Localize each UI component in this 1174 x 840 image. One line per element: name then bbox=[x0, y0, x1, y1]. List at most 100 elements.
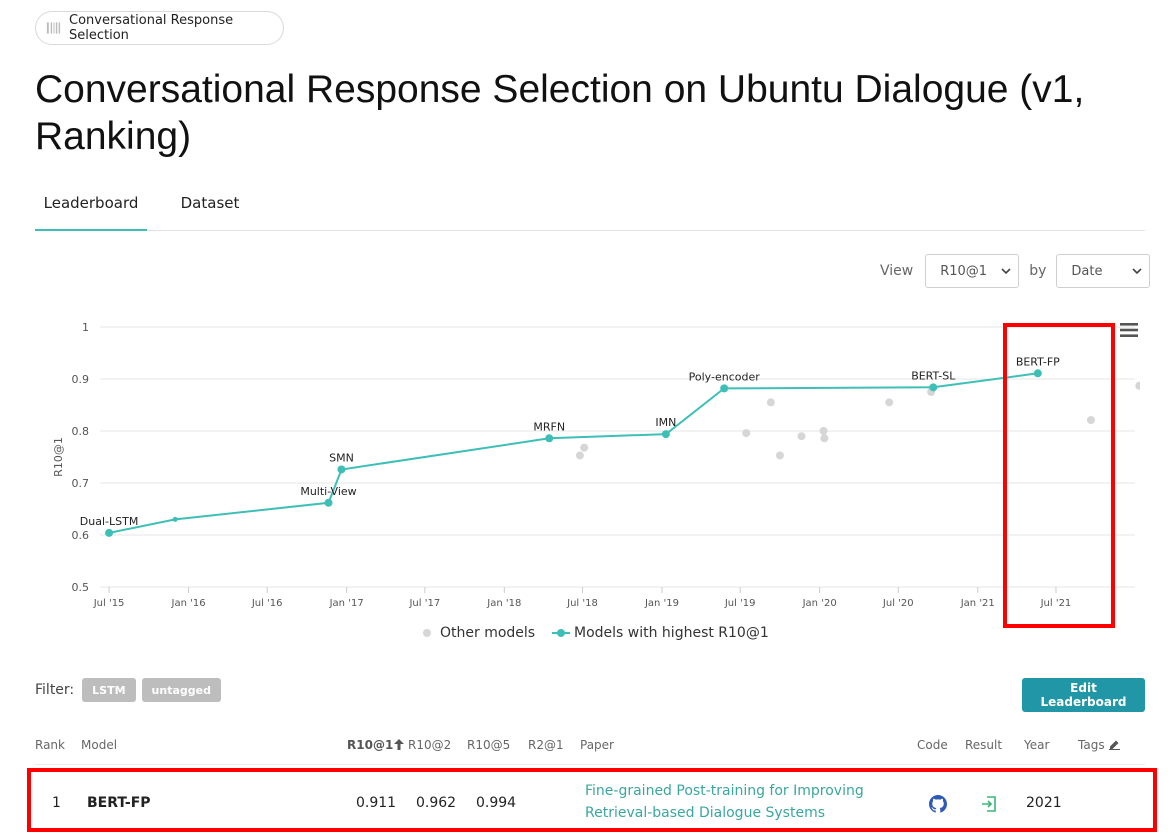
y-tick-label: 0.5 bbox=[72, 581, 90, 594]
rank-cell: 1 bbox=[52, 795, 61, 811]
other-model-point bbox=[575, 451, 584, 460]
column-header-r10-2[interactable]: R10@2 bbox=[408, 738, 451, 752]
tag-lstm[interactable]: LSTM bbox=[82, 678, 136, 702]
column-header-tags: Tags bbox=[1078, 738, 1120, 752]
other-model-point bbox=[1135, 381, 1140, 390]
r10-2-cell: 0.962 bbox=[416, 795, 457, 811]
other-model-point bbox=[742, 429, 751, 438]
progress-chart: 0.5 0.6 0.7 0.8 0.9 1 Jul '15 Jan '16 Jul '16 Jan… bbox=[52, 321, 1140, 641]
point-label: Dual-LSTM bbox=[80, 515, 139, 528]
column-header-model[interactable]: Model bbox=[81, 738, 117, 752]
other-model-point bbox=[1086, 416, 1095, 425]
task-icon bbox=[46, 22, 61, 34]
y-tick-label: 0.8 bbox=[72, 425, 90, 438]
filter-row: Filter: LSTM untagged bbox=[35, 677, 221, 703]
other-model-point bbox=[775, 451, 784, 460]
model-cell[interactable]: BERT-FP bbox=[87, 795, 151, 811]
tab-bar: Leaderboard Dataset bbox=[35, 190, 1145, 231]
y-tick-label: 0.7 bbox=[72, 477, 90, 490]
column-header-r10-5[interactable]: R10@5 bbox=[467, 738, 510, 752]
legend-other-label: Other models bbox=[440, 625, 535, 641]
tab-leaderboard[interactable]: Leaderboard bbox=[35, 190, 147, 231]
point-label: IMN bbox=[655, 416, 676, 429]
view-controls: View R10@1 by Date bbox=[880, 254, 1151, 288]
breadcrumb[interactable]: Conversational Response Selection bbox=[35, 11, 284, 45]
result-icon[interactable] bbox=[980, 795, 998, 813]
column-header-code: Code bbox=[917, 738, 948, 752]
column-header-r10-1-label: R10@1 bbox=[347, 738, 394, 752]
r10-5-cell: 0.994 bbox=[476, 795, 517, 811]
best-model-point bbox=[720, 384, 729, 393]
column-header-rank[interactable]: Rank bbox=[35, 738, 65, 752]
y-tick-label: 0.6 bbox=[72, 529, 90, 542]
github-icon[interactable] bbox=[929, 795, 947, 813]
column-header-result: Result bbox=[965, 738, 1003, 752]
x-tick-label: Jul '18 bbox=[566, 598, 598, 609]
view-label: View bbox=[880, 263, 914, 279]
legend-best-label: Models with highest R10@1 bbox=[574, 625, 769, 641]
column-header-paper: Paper bbox=[580, 738, 614, 752]
breadcrumb-label: Conversational Response Selection bbox=[69, 13, 234, 43]
x-tick-label: Jan '17 bbox=[329, 598, 364, 609]
x-tick-label: Jul '16 bbox=[251, 598, 283, 609]
x-tick-label: Jul '19 bbox=[724, 598, 756, 609]
edit-leaderboard-button[interactable]: Edit Leaderboard bbox=[1022, 678, 1145, 712]
tag-untagged[interactable]: untagged bbox=[141, 678, 221, 702]
legend-other-marker bbox=[423, 629, 431, 637]
by-label: by bbox=[1029, 263, 1047, 279]
year-cell: 2021 bbox=[1026, 795, 1062, 811]
x-tick-label: Jan '16 bbox=[171, 598, 206, 609]
column-header-r10-1[interactable]: R10@1 bbox=[347, 738, 405, 752]
other-model-point bbox=[885, 398, 894, 407]
x-tick-label: Jan '18 bbox=[486, 598, 521, 609]
by-select-value: Date bbox=[1071, 263, 1103, 279]
best-model-point bbox=[172, 516, 178, 522]
y-tick-label: 1 bbox=[82, 321, 89, 334]
x-tick-label: Jul '20 bbox=[882, 598, 914, 609]
filter-label: Filter: bbox=[35, 682, 75, 698]
best-model-point bbox=[1033, 369, 1042, 378]
by-select[interactable]: Date bbox=[1056, 254, 1151, 288]
best-model-point bbox=[661, 430, 670, 439]
best-series-line bbox=[108, 372, 1038, 534]
hamburger-menu-icon[interactable] bbox=[1120, 322, 1138, 338]
x-tick-label: Jul '15 bbox=[93, 598, 125, 609]
best-model-point bbox=[337, 465, 346, 474]
r10-1-cell: 0.911 bbox=[356, 795, 397, 811]
edit-tags-icon[interactable] bbox=[1108, 739, 1120, 750]
best-model-point bbox=[929, 383, 938, 392]
other-model-point bbox=[580, 443, 589, 452]
point-label: BERT-SL bbox=[911, 369, 956, 382]
page-title: Conversational Response Selection on Ubu… bbox=[35, 68, 1085, 158]
metric-select-value: R10@1 bbox=[940, 263, 988, 279]
table-header-divider bbox=[35, 764, 1145, 765]
legend-best-marker bbox=[557, 629, 565, 637]
chevron-down-icon bbox=[1001, 268, 1011, 275]
column-header-year[interactable]: Year bbox=[1024, 738, 1049, 752]
column-header-tags-label: Tags bbox=[1078, 738, 1105, 752]
tab-dataset[interactable]: Dataset bbox=[165, 190, 255, 231]
best-model-point bbox=[545, 434, 554, 443]
sort-arrow-up-icon bbox=[394, 739, 405, 750]
other-model-point bbox=[766, 398, 775, 407]
metric-select[interactable]: R10@1 bbox=[925, 254, 1020, 288]
column-header-r2-1[interactable]: R2@1 bbox=[528, 738, 564, 752]
other-model-point bbox=[797, 432, 806, 441]
point-label: SMN bbox=[329, 451, 354, 464]
best-model-point bbox=[105, 528, 114, 537]
y-tick-label: 0.9 bbox=[72, 373, 90, 386]
x-tick-label: Jul '21 bbox=[1040, 598, 1072, 609]
point-label: BERT-FP bbox=[1016, 355, 1060, 368]
x-tick-label: Jan '19 bbox=[644, 598, 679, 609]
best-model-point bbox=[324, 498, 333, 507]
point-label: Poly-encoder bbox=[689, 370, 761, 383]
other-model-point bbox=[820, 434, 829, 443]
x-tick-label: Jul '17 bbox=[408, 598, 440, 609]
x-tick-label: Jan '20 bbox=[802, 598, 837, 609]
other-model-point bbox=[819, 427, 828, 435]
y-axis-label: R10@1 bbox=[52, 437, 65, 477]
x-tick-label: Jan '21 bbox=[960, 598, 995, 609]
point-label: Multi-View bbox=[300, 485, 356, 498]
paper-link[interactable]: Fine-grained Post-training for Improving… bbox=[585, 780, 885, 824]
chevron-down-icon bbox=[1132, 268, 1142, 275]
